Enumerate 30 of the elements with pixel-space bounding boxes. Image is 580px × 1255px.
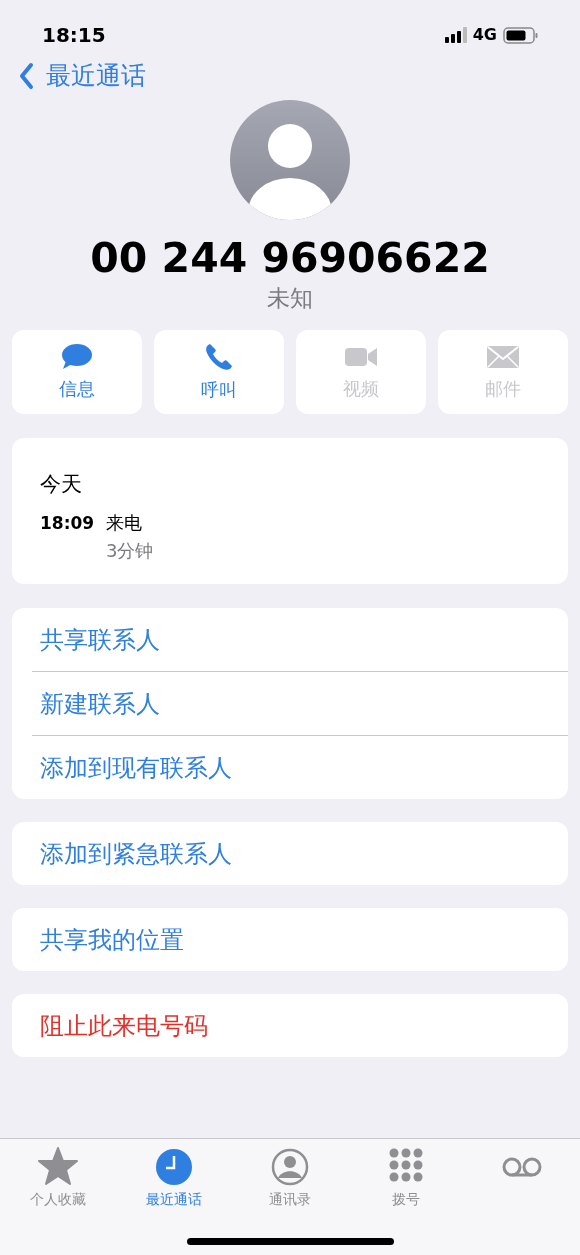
menu-option[interactable]: 共享我的位置 [12, 908, 568, 971]
signal-icon [444, 27, 467, 43]
phone-action-button[interactable]: 呼叫 [154, 330, 284, 414]
menu-option[interactable]: 添加到紧急联系人 [12, 822, 568, 885]
clock-time: 18:15 [42, 22, 106, 49]
block-number-option[interactable]: 阻止此来电号码 [12, 994, 568, 1057]
star-icon [38, 1147, 78, 1187]
tab-item[interactable]: 个人收藏 [0, 1147, 116, 1211]
menu-option[interactable]: 共享联系人 [12, 608, 568, 671]
call-duration: 3分钟 [106, 539, 154, 563]
back-button[interactable]: 最近通话 [18, 57, 146, 95]
phone-number: 00 244 96906622 [89, 233, 491, 284]
message-action-button[interactable]: 信息 [12, 330, 142, 414]
tab-item[interactable]: 拨号 [348, 1147, 464, 1211]
speech-bubble-icon [61, 342, 93, 371]
menu-option[interactable]: 添加到现有联系人 [12, 736, 568, 799]
tab-item[interactable]: 通讯录 [232, 1147, 348, 1211]
call-type: 来电 [106, 511, 143, 535]
back-chevron-icon [18, 62, 36, 90]
call-day: 今天 [40, 470, 540, 498]
clock-icon [154, 1147, 194, 1187]
person-circle-icon [270, 1147, 310, 1187]
network-type: 4G [472, 24, 497, 46]
battery-icon [503, 26, 538, 44]
contact-label: 未知 [266, 284, 314, 313]
phone-icon [204, 341, 234, 372]
call-time: 18:09 [40, 512, 96, 535]
avatar-icon [230, 100, 350, 220]
menu-option[interactable]: 新建联系人 [12, 672, 568, 735]
tab-item[interactable]: 最近通话 [116, 1147, 232, 1211]
